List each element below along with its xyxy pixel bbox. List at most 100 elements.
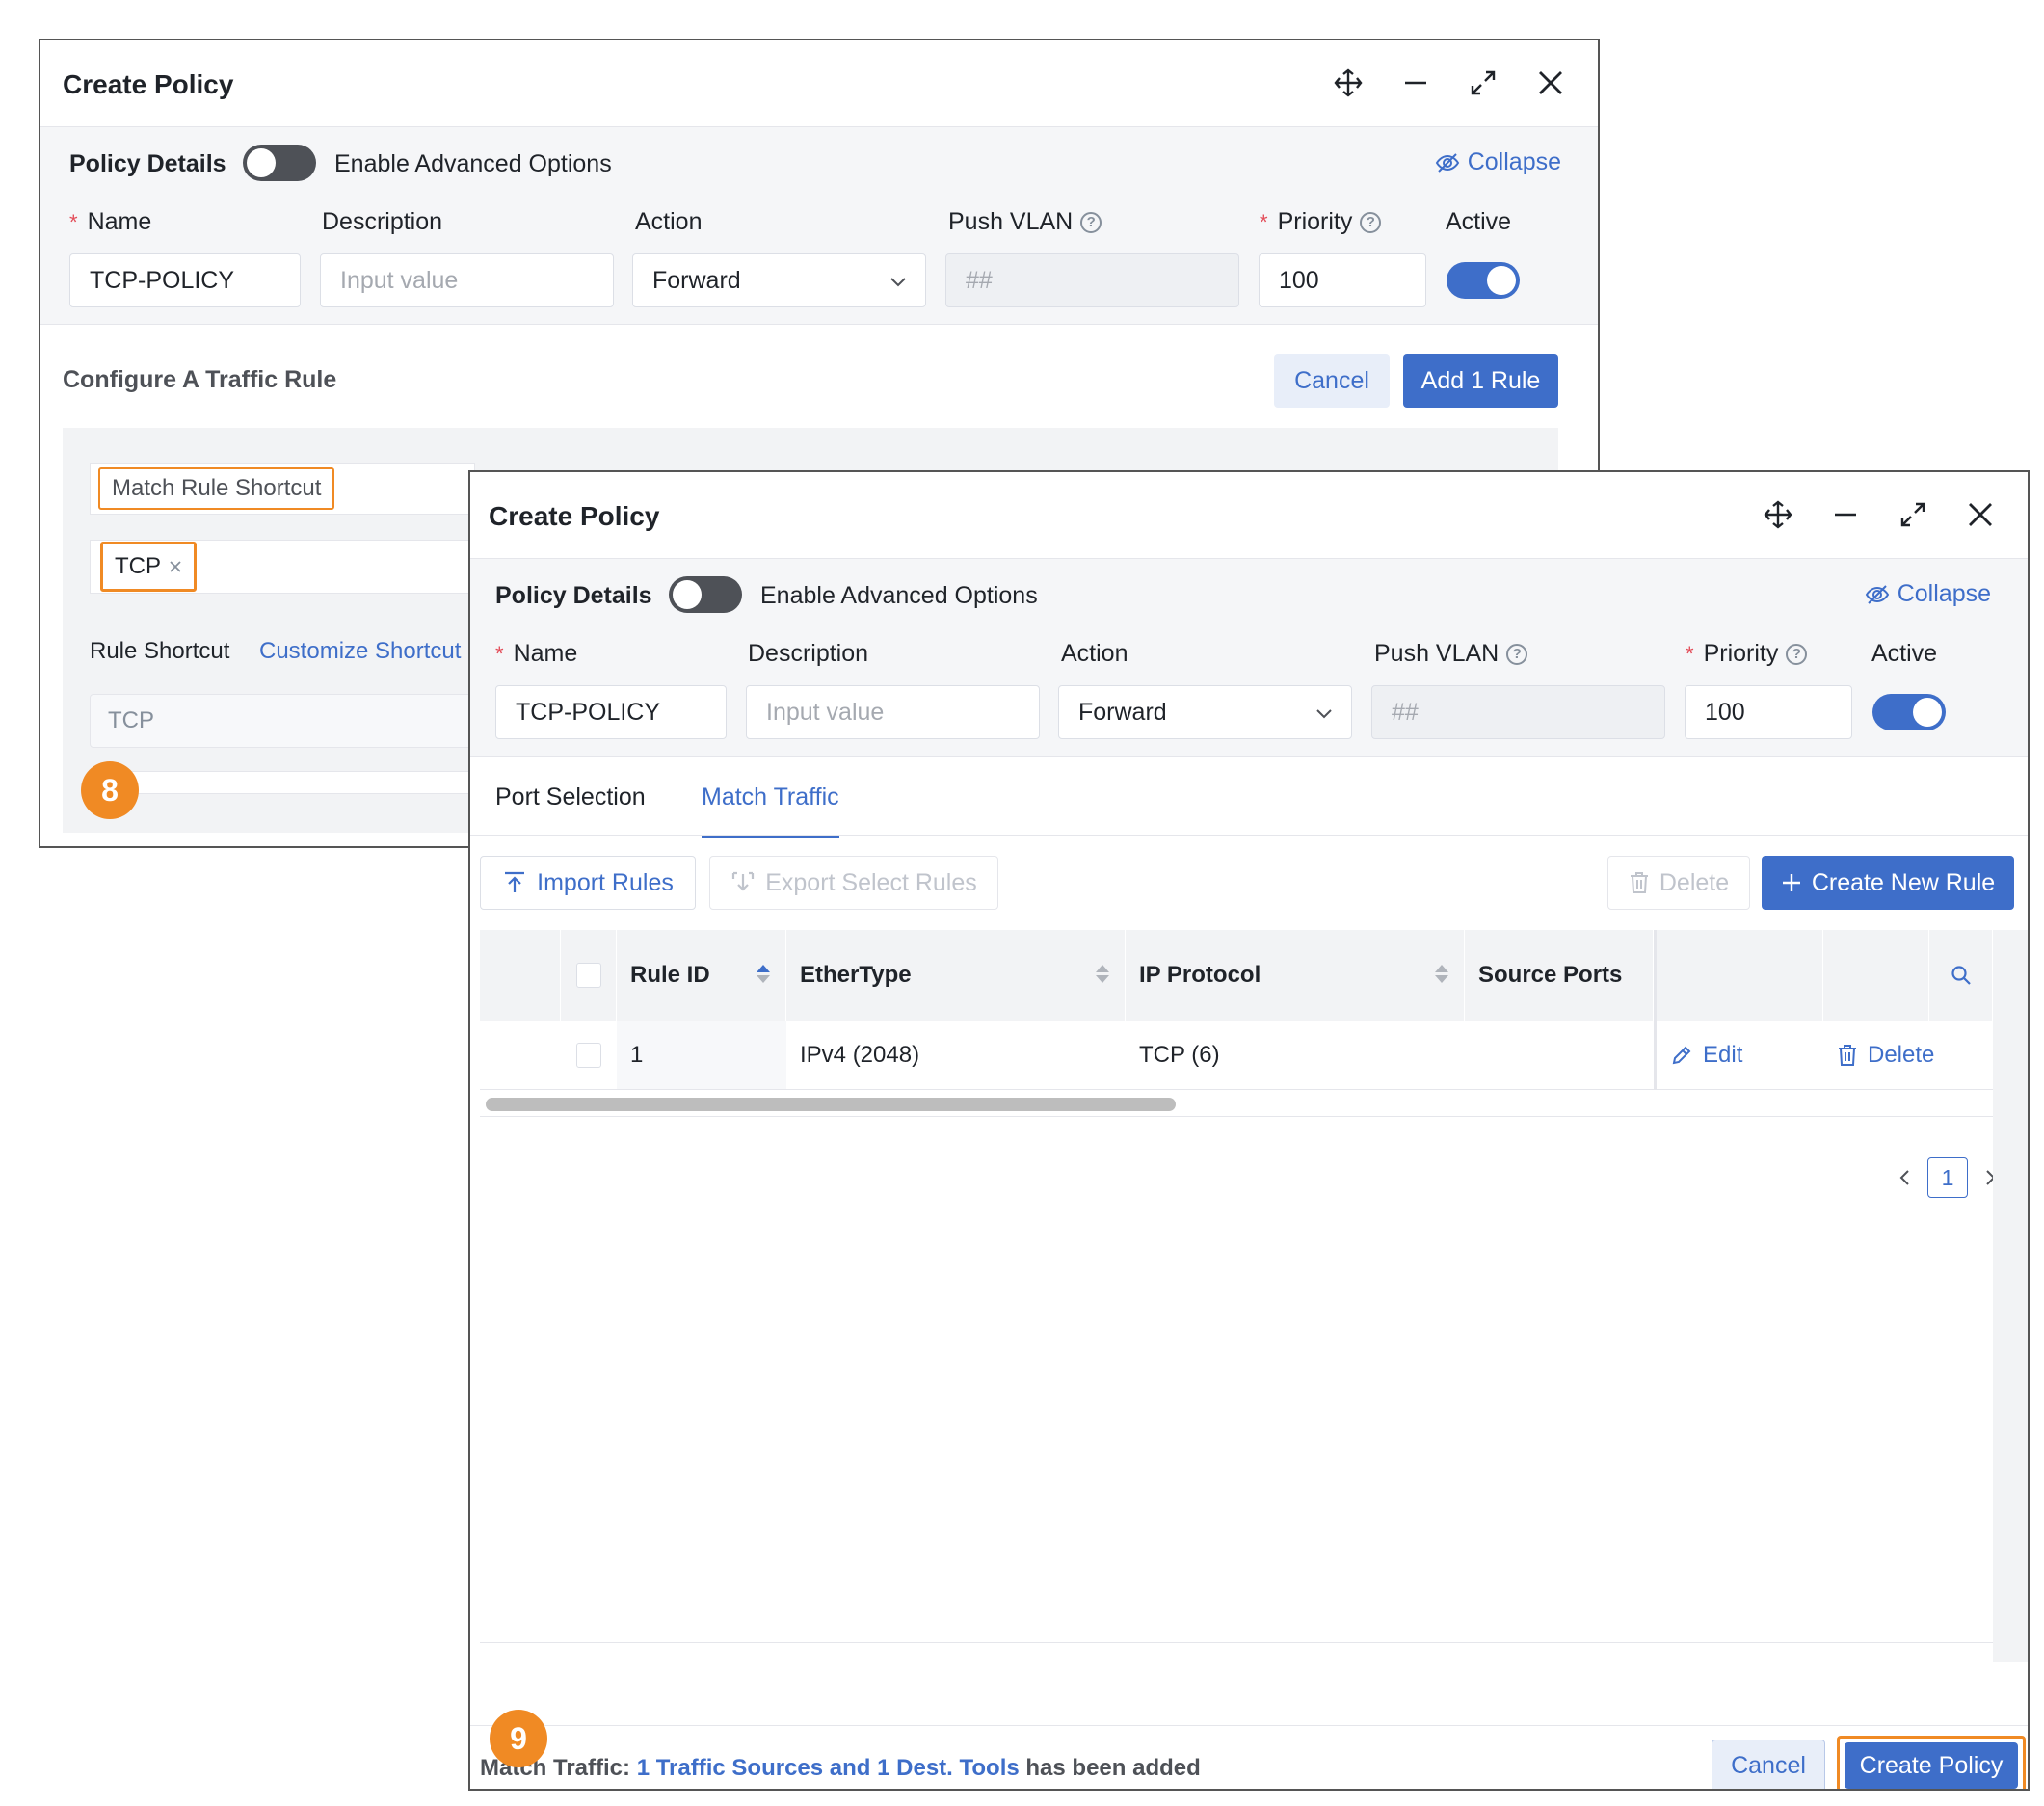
dialog-titlebar[interactable]: Create Policy: [40, 40, 1598, 127]
description-input[interactable]: Input value: [320, 253, 614, 307]
policy-details-label: Policy Details: [495, 582, 652, 609]
select-all-header: [561, 930, 617, 1021]
tab-bar: Port Selection Match Traffic: [470, 757, 2028, 838]
collapse-button[interactable]: Collapse: [1435, 148, 1561, 176]
delete-label: Delete: [1659, 868, 1730, 896]
chevron-left-icon[interactable]: [1897, 1168, 1914, 1187]
column-header-ip-protocol[interactable]: IP Protocol: [1126, 930, 1465, 1021]
tcp-tag[interactable]: TCP: [100, 542, 197, 592]
create-new-rule-label: Create New Rule: [1811, 868, 1996, 896]
vertical-scrollbar[interactable]: [1993, 930, 2028, 1662]
rules-table: Rule ID EtherType IP Protocol Source Por…: [480, 930, 1996, 1643]
table-row-select-cell: [561, 1021, 617, 1090]
delete-link[interactable]: Delete: [1868, 1042, 1934, 1069]
maximize-icon[interactable]: [1465, 65, 1501, 101]
scrollbar-thumb[interactable]: [486, 1098, 1176, 1111]
advanced-options-label: Enable Advanced Options: [760, 582, 1038, 609]
footer-status: Match Traffic: 1 Traffic Sources and 1 D…: [480, 1755, 1201, 1782]
tag-input[interactable]: TCP: [90, 540, 475, 594]
dialog-title: Create Policy: [63, 69, 234, 99]
name-input[interactable]: TCP-POLICY: [69, 253, 301, 307]
action-select[interactable]: Forward: [1058, 685, 1352, 739]
create-policy-button[interactable]: Create Policy: [1845, 1742, 2018, 1789]
customize-shortcut-link[interactable]: Customize Shortcut: [259, 638, 461, 665]
row-checkbox[interactable]: [576, 1042, 601, 1068]
delete-button: Delete: [1607, 856, 1750, 910]
tab-match-traffic[interactable]: Match Traffic: [702, 783, 839, 838]
active-toggle[interactable]: [1447, 262, 1520, 299]
export-rules-label: Export Select Rules: [765, 868, 977, 896]
section-title: Configure A Traffic Rule: [63, 366, 337, 393]
name-label: Name: [87, 208, 152, 235]
maximize-icon[interactable]: [1895, 496, 1931, 533]
page-number-button[interactable]: 1: [1927, 1157, 1968, 1198]
eye-off-icon: [1435, 152, 1459, 173]
tab-port-selection[interactable]: Port Selection: [495, 783, 646, 811]
move-icon[interactable]: [1330, 65, 1367, 101]
collapse-label: Collapse: [1467, 148, 1561, 175]
priority-label: Priority: [1277, 208, 1353, 235]
create-policy-highlight: Create Policy: [1837, 1736, 2026, 1789]
help-icon[interactable]: ?: [1360, 211, 1382, 233]
close-icon[interactable]: [169, 560, 182, 573]
action-select[interactable]: Forward: [632, 253, 926, 307]
action-value: Forward: [652, 266, 741, 294]
column-header-rule-id[interactable]: Rule ID: [617, 930, 786, 1021]
collapse-label: Collapse: [1897, 580, 1991, 607]
select-all-checkbox[interactable]: [575, 963, 601, 988]
cancel-button[interactable]: Cancel: [1712, 1740, 1825, 1789]
search-column-header: [1929, 930, 1993, 1021]
collapse-button[interactable]: Collapse: [1865, 580, 1991, 608]
pagination: 1: [1897, 1157, 1999, 1198]
help-icon[interactable]: ?: [1506, 643, 1528, 665]
push-vlan-label: Push VLAN: [948, 208, 1074, 235]
push-vlan-label: Push VLAN: [1374, 640, 1500, 667]
close-icon[interactable]: [1962, 496, 1999, 533]
advanced-options-toggle[interactable]: [243, 145, 316, 181]
search-icon[interactable]: [1951, 965, 1972, 986]
minimize-icon[interactable]: [1397, 65, 1434, 101]
table-cell-rule-id: 1: [617, 1021, 786, 1090]
edit-column-header: [1654, 930, 1823, 1021]
status-highlight[interactable]: 1 Traffic Sources and 1 Dest. Tools: [637, 1755, 1020, 1781]
delete-action[interactable]: Delete: [1823, 1021, 1993, 1090]
horizontal-scrollbar[interactable]: [480, 1090, 1993, 1117]
rule-shortcut-input[interactable]: TCP: [90, 694, 475, 748]
chevron-down-icon: [890, 278, 906, 287]
table-cell-ethertype: IPv4 (2048): [786, 1021, 1126, 1090]
import-rules-label: Import Rules: [537, 868, 674, 896]
priority-input[interactable]: 100: [1259, 253, 1426, 307]
cancel-button[interactable]: Cancel: [1274, 354, 1390, 408]
dialog-titlebar[interactable]: Create Policy: [470, 472, 2028, 559]
trash-icon: [1630, 872, 1648, 893]
plus-icon: [1782, 874, 1800, 891]
table-cell-ip-protocol: TCP (6): [1126, 1021, 1465, 1090]
active-label: Active: [1871, 640, 1938, 667]
help-icon[interactable]: ?: [1080, 211, 1102, 233]
column-header-ethertype[interactable]: EtherType: [786, 930, 1126, 1021]
add-rule-button[interactable]: Add 1 Rule: [1403, 354, 1558, 408]
name-input[interactable]: TCP-POLICY: [495, 685, 727, 739]
advanced-options-label: Enable Advanced Options: [334, 150, 612, 177]
create-new-rule-button[interactable]: Create New Rule: [1762, 856, 2014, 910]
delete-column-header: [1823, 930, 1929, 1021]
import-rules-button[interactable]: Import Rules: [480, 856, 696, 910]
active-toggle[interactable]: [1872, 694, 1946, 730]
description-label: Description: [748, 640, 869, 667]
expand-column-header: [480, 930, 561, 1021]
advanced-options-toggle[interactable]: [669, 576, 742, 613]
match-rule-shortcut-field[interactable]: Match Rule Shortcut: [90, 463, 475, 515]
sort-icon[interactable]: [1435, 965, 1448, 983]
edit-link[interactable]: Edit: [1703, 1042, 1742, 1069]
sort-icon[interactable]: [757, 965, 770, 983]
minimize-icon[interactable]: [1827, 496, 1864, 533]
close-icon[interactable]: [1532, 65, 1569, 101]
step-badge: 8: [81, 761, 139, 819]
help-icon[interactable]: ?: [1786, 643, 1808, 665]
description-input[interactable]: Input value: [746, 685, 1040, 739]
edit-action[interactable]: Edit: [1654, 1021, 1823, 1090]
move-icon[interactable]: [1760, 496, 1796, 533]
sort-icon[interactable]: [1096, 965, 1109, 983]
priority-input[interactable]: 100: [1685, 685, 1852, 739]
trash-icon: [1839, 1044, 1856, 1066]
